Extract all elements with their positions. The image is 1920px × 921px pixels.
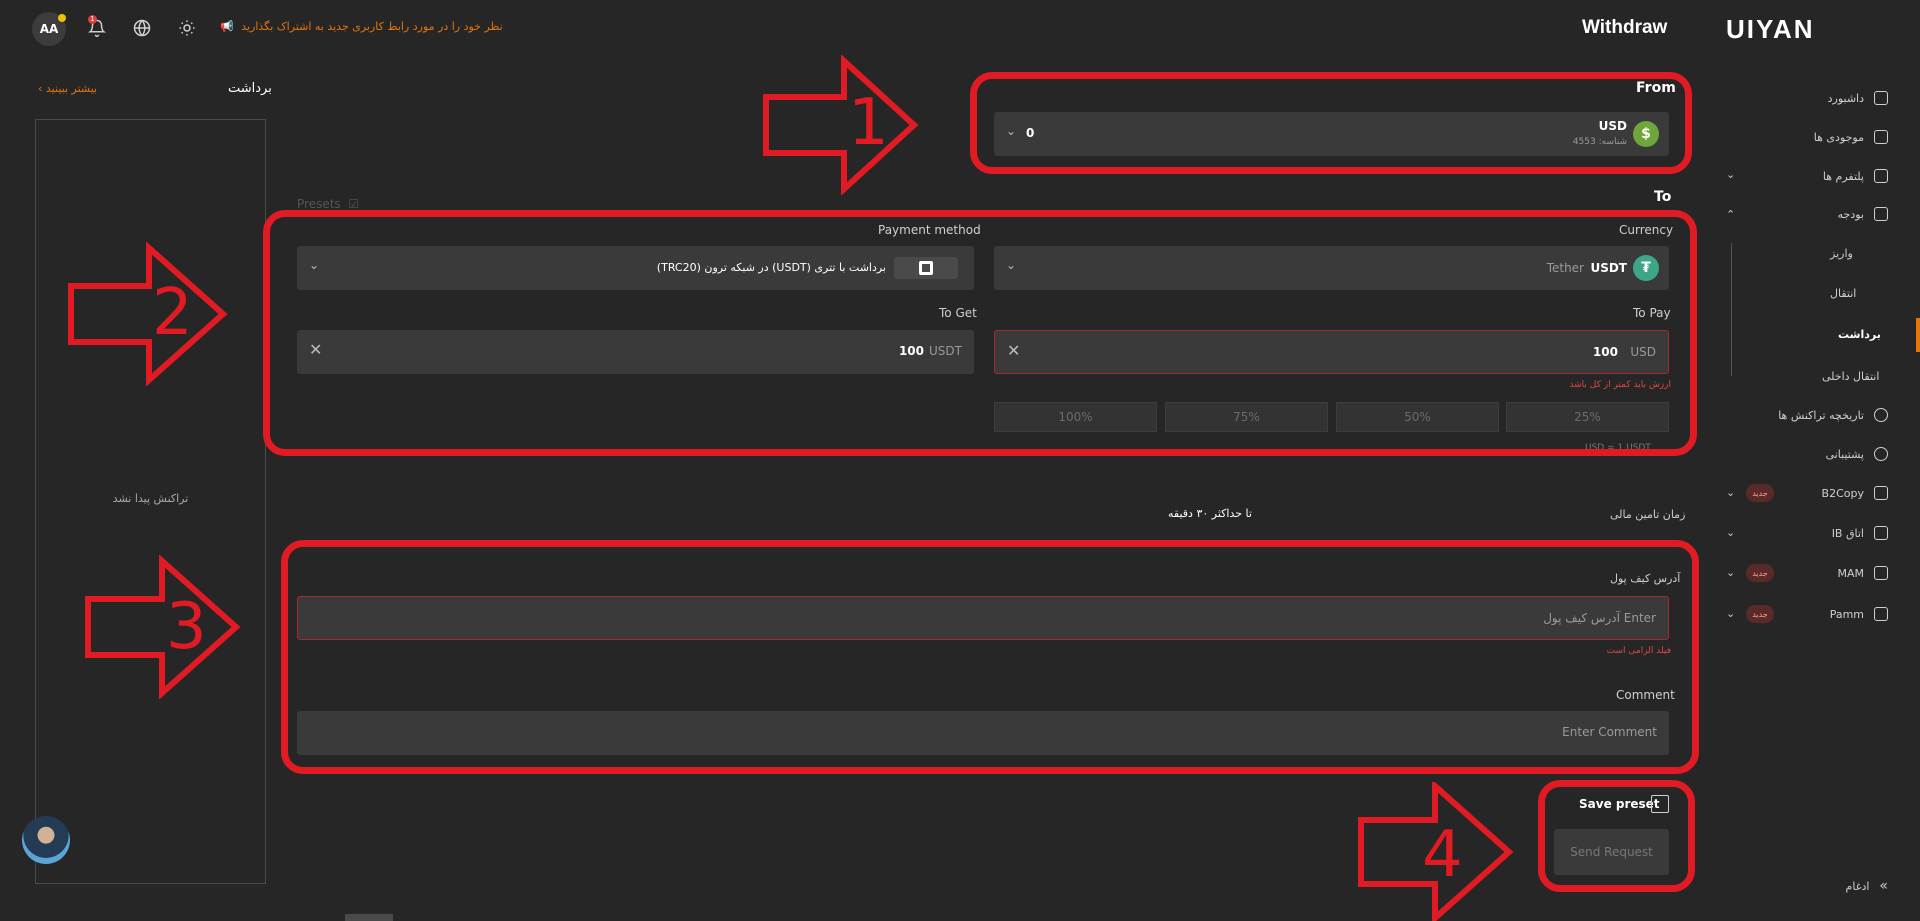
- new-badge: جدید: [1746, 605, 1774, 623]
- globe-icon[interactable]: [130, 16, 154, 40]
- sidebar-item-history[interactable]: تاریخچه تراکنش ها: [1778, 408, 1888, 422]
- annotation-number-4: 4: [1422, 818, 1463, 892]
- chevron-up-icon[interactable]: ⌃: [1726, 208, 1735, 221]
- sidebar-item-balances[interactable]: موجودی ها: [1814, 130, 1888, 144]
- scrollbar-thumb[interactable]: [345, 914, 393, 921]
- support-agent-avatar[interactable]: [22, 816, 70, 864]
- layers-icon: [1874, 169, 1888, 183]
- sidebar-item-withdraw[interactable]: برداشت: [1838, 328, 1881, 341]
- sidebar-item-pamm[interactable]: Pamm: [1830, 607, 1888, 621]
- sidebar-item-funds[interactable]: بودجه: [1838, 207, 1888, 221]
- chevron-down-icon[interactable]: ⌄: [1726, 168, 1735, 181]
- sidebar-item-internal-transfer[interactable]: انتقال داخلی: [1822, 370, 1879, 383]
- annotation-box-2: [263, 210, 1697, 456]
- copy-icon: [1874, 486, 1888, 500]
- annotation-number-1: 1: [848, 86, 889, 160]
- pamm-icon: [1874, 607, 1888, 621]
- cube-icon: [1874, 566, 1888, 580]
- sun-icon[interactable]: [175, 16, 199, 40]
- page-title: Withdraw: [1582, 17, 1668, 38]
- announcement-text: نظر خود را در مورد رابط کاربری جدید به ا…: [241, 20, 503, 33]
- status-dot: [58, 14, 66, 22]
- history-icon: [1874, 408, 1888, 422]
- chevron-down-icon[interactable]: ⌄: [1726, 486, 1735, 499]
- funding-time-label: زمان تامین مالی: [1610, 508, 1686, 521]
- ib-icon: [1874, 526, 1888, 540]
- sidebar-item-platforms[interactable]: پلتفرم ها: [1823, 169, 1888, 183]
- active-indicator: [1916, 318, 1920, 352]
- annotation-number-2: 2: [152, 276, 193, 350]
- submenu-guide-line: [1731, 243, 1732, 376]
- funding-time-value: تا حداکثر ۳۰ دقیقه: [1168, 507, 1252, 520]
- sidebar-item-dashboard[interactable]: داشبورد: [1828, 91, 1888, 105]
- annotation-number-3: 3: [166, 590, 207, 664]
- megaphone-icon: 📢: [220, 20, 234, 33]
- sidebar-collapse[interactable]: » ادغام: [1846, 878, 1888, 894]
- sidebar-item-support[interactable]: پشتیبانی: [1826, 447, 1888, 461]
- double-chevron-icon: »: [1879, 878, 1888, 894]
- sidebar-item-mam[interactable]: MAM: [1837, 566, 1888, 580]
- chevron-left-icon: ‹: [38, 82, 46, 95]
- sidebar-item-deposit[interactable]: واریز: [1830, 247, 1853, 260]
- transfer-icon: [1874, 207, 1888, 221]
- annotation-box-3: [281, 540, 1699, 774]
- new-badge: جدید: [1746, 564, 1774, 582]
- notification-badge: 1: [88, 15, 97, 24]
- chevron-down-icon[interactable]: ⌄: [1726, 607, 1735, 620]
- empty-state-text: تراکنش پیدا نشد: [112, 492, 189, 505]
- announcement-link[interactable]: نظر خود را در مورد رابط کاربری جدید به ا…: [220, 20, 503, 33]
- sidebar-item-transfer[interactable]: انتقال: [1830, 287, 1856, 300]
- headset-icon: [1874, 447, 1888, 461]
- new-badge: جدید: [1746, 484, 1774, 502]
- wallet-icon: [1874, 130, 1888, 144]
- annotation-arrow-2: [65, 242, 229, 386]
- chevron-down-icon[interactable]: ⌄: [1726, 526, 1735, 539]
- annotation-box-1: [970, 72, 1692, 174]
- dashboard-icon: [1874, 91, 1888, 105]
- brand-logo[interactable]: UIYAN: [1726, 14, 1815, 45]
- recent-withdrawals-title: برداشت: [228, 81, 272, 96]
- sidebar-item-b2copy[interactable]: B2Copy: [1822, 486, 1888, 500]
- annotation-arrow-3: [82, 555, 242, 699]
- see-more-link[interactable]: ‹ بیشتر ببینید: [38, 82, 97, 95]
- annotation-box-4: [1538, 780, 1695, 892]
- chevron-down-icon[interactable]: ⌄: [1726, 566, 1735, 579]
- presets-toggle[interactable]: Presets ☑: [297, 197, 359, 211]
- check-square-icon: ☑: [348, 197, 360, 211]
- sidebar-item-ib-room[interactable]: اتاق IB: [1832, 526, 1888, 540]
- annotation-arrow-1: [760, 55, 920, 195]
- to-label: To: [1654, 189, 1672, 205]
